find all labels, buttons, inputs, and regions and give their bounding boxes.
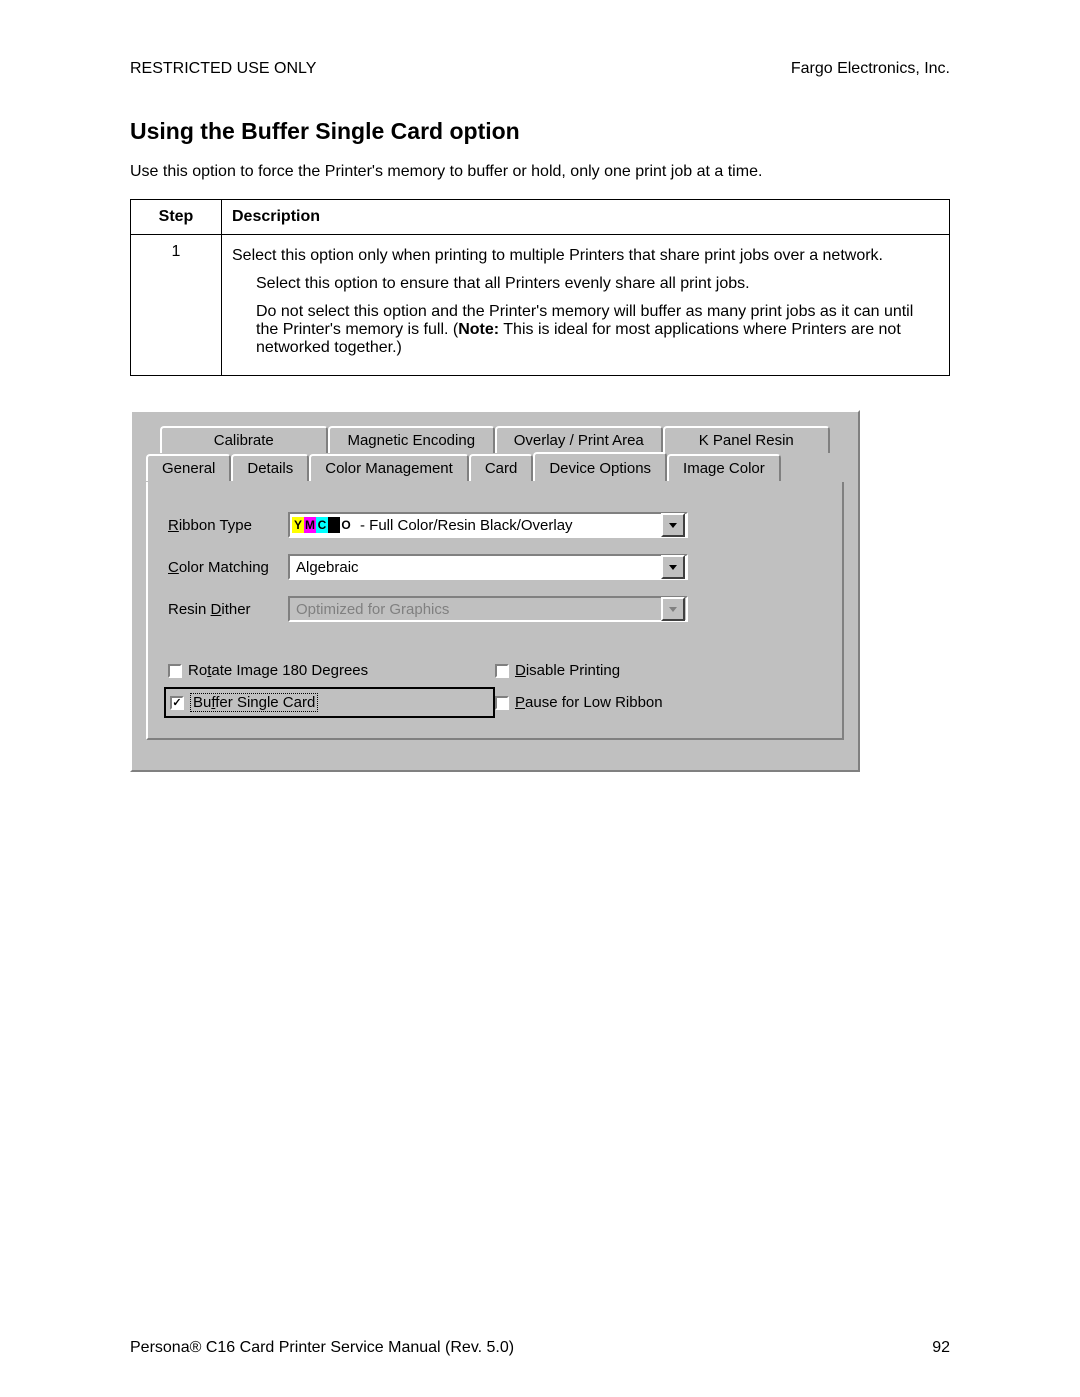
- tab-details[interactable]: Details: [231, 454, 309, 481]
- ribbon-type-label: Ribbon Type: [168, 517, 278, 534]
- resin-dither-label: Resin Dither: [168, 601, 278, 618]
- page-header-left: RESTRICTED USE ONLY: [130, 60, 316, 78]
- checkbox-checked-icon[interactable]: [170, 696, 184, 710]
- checkbox-icon: [495, 696, 509, 710]
- color-matching-value: Algebraic: [292, 559, 661, 576]
- rotate-180-label: Rotate Image 180 Degrees: [188, 662, 368, 679]
- color-matching-combo[interactable]: Algebraic: [288, 554, 688, 580]
- color-matching-label: Color Matching: [168, 559, 278, 576]
- tab-image-color[interactable]: Image Color: [667, 454, 781, 481]
- desc-p2: Select this option to ensure that all Pr…: [256, 275, 939, 293]
- step-header: Step: [131, 200, 222, 235]
- ymcko-icon: YMCKO: [292, 517, 352, 533]
- ribbon-type-value: - Full Color/Resin Black/Overlay: [356, 517, 661, 534]
- desc-p3: Do not select this option and the Printe…: [256, 303, 939, 357]
- desc-p1: Select this option only when printing to…: [232, 247, 939, 265]
- color-matching-dropdown-button[interactable]: [661, 555, 685, 579]
- section-title: Using the Buffer Single Card option: [130, 118, 950, 145]
- steps-table: Step Description 1 Select this option on…: [130, 199, 950, 376]
- device-options-panel: Ribbon Type YMCKO - Full Color/Resin Bla…: [146, 482, 844, 740]
- note-label: Note:: [458, 321, 499, 338]
- page-footer-right: 92: [932, 1339, 950, 1357]
- chevron-down-icon: [669, 565, 677, 570]
- tab-k-panel-resin[interactable]: K Panel Resin: [663, 426, 831, 453]
- disable-printing-checkbox[interactable]: Disable Printing: [495, 662, 822, 679]
- chevron-down-icon: [669, 607, 677, 612]
- tab-magnetic-encoding[interactable]: Magnetic Encoding: [328, 426, 496, 453]
- pause-low-ribbon-label: Pause for Low Ribbon: [515, 694, 663, 711]
- printer-options-dialog: Calibrate Magnetic Encoding Overlay / Pr…: [130, 410, 860, 772]
- buffer-single-card-highlight: Buffer Single Card: [164, 687, 495, 718]
- disable-printing-label: Disable Printing: [515, 662, 620, 679]
- tab-general[interactable]: General: [146, 454, 231, 481]
- resin-dither-combo: Optimized for Graphics: [288, 596, 688, 622]
- resin-dither-dropdown-button: [661, 597, 685, 621]
- step-num: 1: [131, 235, 222, 376]
- pause-low-ribbon-checkbox[interactable]: Pause for Low Ribbon: [495, 687, 822, 718]
- tab-device-options[interactable]: Device Options: [533, 452, 667, 481]
- ribbon-type-dropdown-button[interactable]: [661, 513, 685, 537]
- chevron-down-icon: [669, 523, 677, 528]
- checkbox-icon: [495, 664, 509, 678]
- page-header-right: Fargo Electronics, Inc.: [791, 60, 950, 78]
- tab-card[interactable]: Card: [469, 454, 534, 481]
- checkbox-icon: [168, 664, 182, 678]
- desc-header: Description: [222, 200, 950, 235]
- resin-dither-value: Optimized for Graphics: [292, 601, 661, 618]
- page-footer-left: Persona® C16 Card Printer Service Manual…: [130, 1339, 514, 1357]
- step-desc: Select this option only when printing to…: [222, 235, 950, 376]
- intro-text: Use this option to force the Printer's m…: [130, 163, 950, 181]
- rotate-180-checkbox[interactable]: Rotate Image 180 Degrees: [168, 662, 495, 679]
- ribbon-type-combo[interactable]: YMCKO - Full Color/Resin Black/Overlay: [288, 512, 688, 538]
- buffer-single-card-label[interactable]: Buffer Single Card: [190, 693, 318, 712]
- tab-overlay-print-area[interactable]: Overlay / Print Area: [495, 426, 663, 453]
- tab-color-management[interactable]: Color Management: [309, 454, 469, 481]
- tab-calibrate[interactable]: Calibrate: [160, 426, 328, 453]
